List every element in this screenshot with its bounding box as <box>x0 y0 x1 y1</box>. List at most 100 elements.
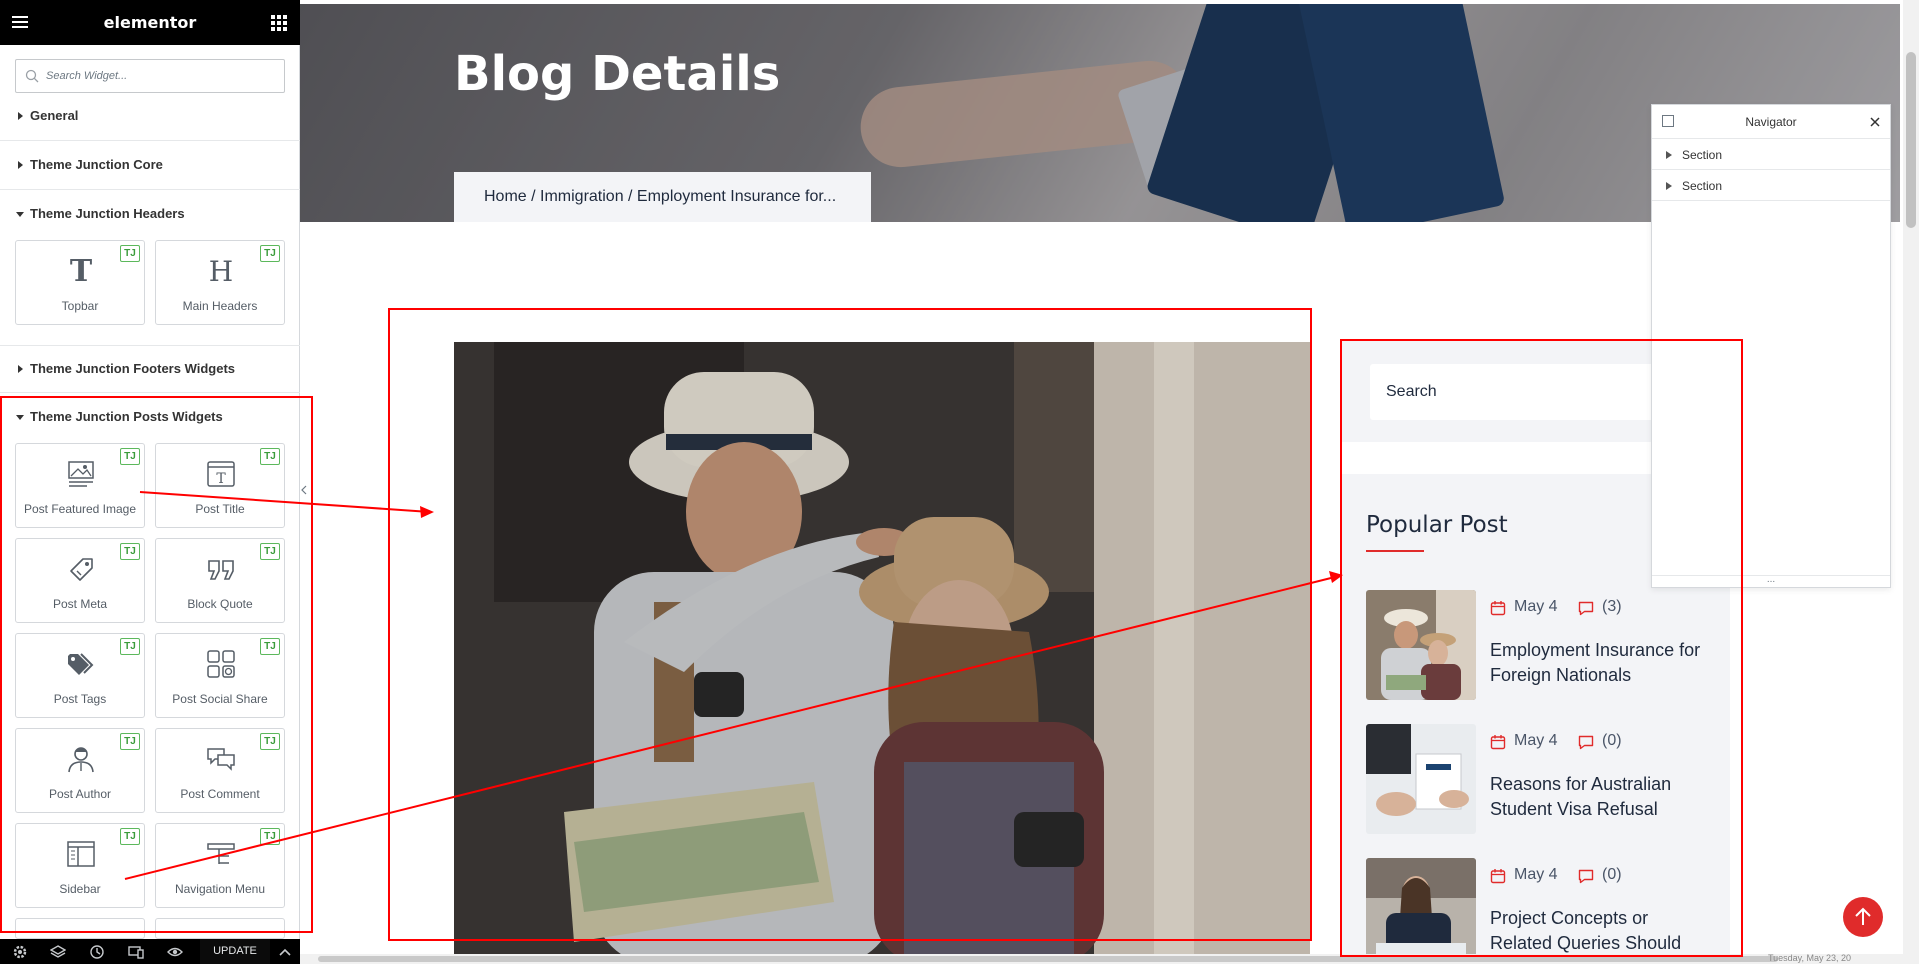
widget-post-title[interactable]: TJ T Post Title <box>155 443 285 528</box>
post-thumbnail[interactable] <box>1366 590 1476 700</box>
quote-icon <box>208 560 234 580</box>
popular-post-item[interactable]: May 4 (0) Reasons for Australian Student… <box>1366 724 1706 836</box>
post-title-link[interactable]: Reasons for Australian Student Visa Refu… <box>1490 772 1710 822</box>
widget-label: Post Social Share <box>172 692 268 706</box>
popular-post-title: Popular Post <box>1366 512 1508 538</box>
widget-label: Post Featured Image <box>23 502 137 516</box>
history-icon[interactable] <box>89 944 105 960</box>
caret-down-icon <box>16 212 24 217</box>
tj-badge: TJ <box>120 638 140 655</box>
post-date: May 4 <box>1514 732 1558 749</box>
scroll-to-top-button[interactable] <box>1843 897 1883 937</box>
panel-footer: UPDATE <box>0 939 300 964</box>
widget-post-author[interactable]: TJ Post Author <box>15 728 145 813</box>
navigator-title: Navigator <box>1745 115 1797 129</box>
breadcrumb[interactable]: Home / Immigration / Employment Insuranc… <box>454 172 871 222</box>
close-icon[interactable] <box>1869 116 1881 128</box>
apps-grid-icon[interactable] <box>270 14 288 32</box>
preview-eye-icon[interactable] <box>167 944 183 960</box>
settings-icon[interactable] <box>12 944 28 960</box>
post-title-link[interactable]: Employment Insurance for Foreign Nationa… <box>1490 638 1710 688</box>
featured-image <box>454 342 1310 964</box>
scrollbar-thumb[interactable] <box>318 956 1778 962</box>
widget-post-social-share[interactable]: TJ Post Social Share <box>155 633 285 718</box>
widget-block-quote[interactable]: TJ Block Quote <box>155 538 285 623</box>
navigator-panel: Navigator Section Section ... <box>1651 104 1891 588</box>
navigator-section-row[interactable]: Section <box>1652 140 1890 170</box>
popular-post-item[interactable]: May 4 (3) Employment Insurance for Forei… <box>1366 590 1706 702</box>
widget-topbar[interactable]: TJ T Topbar <box>15 240 145 325</box>
post-comment-count: (0) <box>1602 866 1622 883</box>
widget-main-headers[interactable]: TJ H Main Headers <box>155 240 285 325</box>
navigator-header[interactable]: Navigator <box>1652 105 1890 139</box>
social-share-icon <box>207 650 235 678</box>
widget-label: Main Headers <box>182 299 258 313</box>
widget-sidebar[interactable]: TJ Sidebar <box>15 823 145 908</box>
layers-icon[interactable] <box>50 944 66 960</box>
panel-header: elementor <box>0 0 300 45</box>
post-thumbnail[interactable] <box>1366 858 1476 964</box>
widget-navigation-menu[interactable]: TJ Navigation Menu <box>155 823 285 908</box>
caret-right-icon[interactable] <box>1666 151 1672 159</box>
category-title: Theme Junction Posts Widgets <box>30 409 223 424</box>
title-icon: T <box>207 461 235 487</box>
post-date: May 4 <box>1514 598 1558 615</box>
category-theme-junction-core[interactable]: Theme Junction Core <box>0 142 300 190</box>
widget-partial[interactable] <box>15 918 145 939</box>
widget-label: Topbar <box>61 299 99 313</box>
tj-badge: TJ <box>260 448 280 465</box>
calendar-icon <box>1490 601 1506 616</box>
sidebar-search-input[interactable] <box>1386 364 1686 420</box>
tj-badge: TJ <box>260 828 280 845</box>
widget-label: Post Meta <box>52 597 108 611</box>
title-underline <box>1366 550 1424 552</box>
tj-badge: TJ <box>260 543 280 560</box>
widget-label: Post Title <box>195 502 245 516</box>
navigator-resize-handle[interactable]: ... <box>1652 575 1890 587</box>
post-thumbnail[interactable] <box>1366 724 1476 834</box>
elementor-logo: elementor <box>103 13 197 32</box>
category-title: Theme Junction Core <box>30 157 163 172</box>
widget-post-comment[interactable]: TJ Post Comment <box>155 728 285 813</box>
caret-right-icon[interactable] <box>1666 182 1672 190</box>
calendar-icon <box>1490 735 1506 750</box>
post-title-link[interactable]: Project Concepts or Related Queries Shou… <box>1490 906 1710 956</box>
widget-search <box>15 59 285 93</box>
update-button[interactable]: UPDATE <box>200 939 270 964</box>
post-comment-count: (0) <box>1602 732 1622 749</box>
popular-post-item[interactable]: May 4 (0) Project Concepts or Related Qu… <box>1366 858 1706 964</box>
category-theme-junction-posts[interactable]: Theme Junction Posts Widgets <box>0 394 300 442</box>
category-theme-junction-footers[interactable]: Theme Junction Footers Widgets <box>0 345 300 393</box>
taskbar-clock: Tuesday, May 23, 20 <box>1768 953 1852 963</box>
widget-post-featured-image[interactable]: TJ Post Featured Image <box>15 443 145 528</box>
tags-icon <box>68 653 94 675</box>
widget-label: Block Quote <box>187 597 253 611</box>
tj-badge: TJ <box>120 448 140 465</box>
caret-right-icon <box>18 365 23 373</box>
svg-text:T: T <box>70 255 93 287</box>
category-title: Theme Junction Headers <box>30 206 185 221</box>
responsive-icon[interactable] <box>128 944 144 960</box>
navigator-row-label: Section <box>1682 179 1723 193</box>
tag-icon <box>70 558 93 581</box>
tj-badge: TJ <box>120 828 140 845</box>
tj-badge: TJ <box>120 543 140 560</box>
tj-badge: TJ <box>260 733 280 750</box>
caret-right-icon <box>18 161 23 169</box>
scrollbar-thumb[interactable] <box>1906 52 1916 228</box>
navigator-section-row[interactable]: Section <box>1652 171 1890 201</box>
post-comment-count: (3) <box>1602 598 1622 615</box>
chevron-up-icon[interactable] <box>278 945 292 959</box>
vertical-scrollbar[interactable] <box>1903 0 1919 964</box>
widget-search-input[interactable] <box>46 60 282 92</box>
tj-badge: TJ <box>120 733 140 750</box>
category-general[interactable]: General <box>0 93 300 141</box>
widget-post-meta[interactable]: TJ Post Meta <box>15 538 145 623</box>
widget-post-tags[interactable]: TJ Post Tags <box>15 633 145 718</box>
tj-badge: TJ <box>260 245 280 262</box>
horizontal-scrollbar[interactable] <box>300 954 1903 964</box>
panel-collapse-handle-icon[interactable] <box>300 480 308 500</box>
category-theme-junction-headers[interactable]: Theme Junction Headers <box>0 191 300 239</box>
widget-partial[interactable] <box>155 918 285 939</box>
comment-icon <box>207 748 235 771</box>
